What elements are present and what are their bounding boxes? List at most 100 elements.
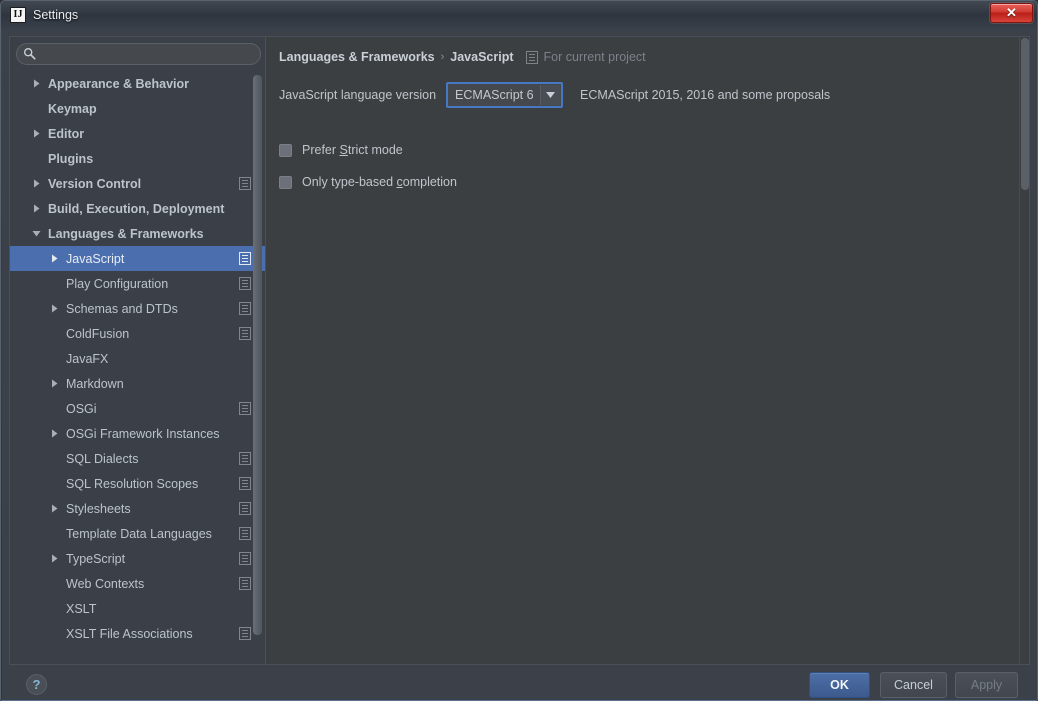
sidebar-item-coldfusion[interactable]: ColdFusion xyxy=(10,321,265,346)
sidebar-item-keymap[interactable]: Keymap xyxy=(10,96,265,121)
sidebar-item-sql-dialects[interactable]: SQL Dialects xyxy=(10,446,265,471)
window-title: Settings xyxy=(33,8,79,22)
sidebar-item-label: Appearance & Behavior xyxy=(48,76,190,91)
language-version-combobox[interactable]: ECMAScript 6 xyxy=(446,82,564,108)
project-scope-icon xyxy=(239,627,251,640)
sidebar-item-stylesheets[interactable]: Stylesheets xyxy=(10,496,265,521)
settings-main-panel: Languages & Frameworks › JavaScript For … xyxy=(266,36,1030,665)
language-version-label: JavaScript language version xyxy=(279,88,437,102)
apply-button[interactable]: Apply xyxy=(955,672,1018,698)
sidebar-item-schemas-and-dtds[interactable]: Schemas and DTDs xyxy=(10,296,265,321)
settings-sidebar: Appearance & Behavior Keymap Editor Plugins… xyxy=(9,36,266,665)
breadcrumb-scope-text: For current project xyxy=(543,50,646,64)
close-button[interactable]: ✕ xyxy=(990,3,1033,23)
chevron-right-icon[interactable] xyxy=(30,128,42,140)
sidebar-item-build-execution-deployment[interactable]: Build, Execution, Deployment xyxy=(10,196,265,221)
sidebar-item-osgi-framework-instances[interactable]: OSGi Framework Instances xyxy=(10,421,265,446)
only-type-based-completion-label: Only type-based completion xyxy=(302,175,457,189)
project-scope-icon xyxy=(239,327,251,340)
sidebar-item-web-contexts[interactable]: Web Contexts xyxy=(10,571,265,596)
sidebar-item-label: TypeScript xyxy=(66,551,126,566)
sidebar-item-template-data-languages[interactable]: Template Data Languages xyxy=(10,521,265,546)
project-scope-icon xyxy=(239,252,251,265)
sidebar-item-label: Build, Execution, Deployment xyxy=(48,201,225,216)
sidebar-item-plugins[interactable]: Plugins xyxy=(10,146,265,171)
prefer-strict-mode-checkbox[interactable] xyxy=(279,143,292,157)
prefer-strict-mode-checkbox-row[interactable]: Prefer Strict mode xyxy=(279,143,403,157)
sidebar-item-languages-frameworks[interactable]: Languages & Frameworks xyxy=(10,221,265,246)
sidebar-item-label: Template Data Languages xyxy=(66,526,212,541)
chevron-right-icon[interactable] xyxy=(48,503,60,515)
chevron-right-icon[interactable] xyxy=(48,303,60,315)
project-scope-icon xyxy=(239,452,251,465)
sidebar-item-version-control[interactable]: Version Control xyxy=(10,171,265,196)
sidebar-item-label: JavaScript xyxy=(66,251,125,266)
dialog-button-bar: ? OK Cancel Apply xyxy=(2,669,1037,700)
sidebar-item-label: Editor xyxy=(48,126,85,141)
label-part-after: ompletion xyxy=(402,175,457,189)
chevron-right-icon[interactable] xyxy=(48,553,60,565)
sidebar-item-javascript[interactable]: JavaScript xyxy=(10,246,265,271)
sidebar-item-label: Schemas and DTDs xyxy=(66,301,178,316)
sidebar-scrollbar[interactable] xyxy=(253,73,262,661)
language-version-value: ECMAScript 6 xyxy=(455,88,534,102)
help-button[interactable]: ? xyxy=(26,674,47,695)
breadcrumb-root[interactable]: Languages & Frameworks xyxy=(279,50,435,64)
label-mnemonic: S xyxy=(339,143,348,157)
search-input[interactable] xyxy=(41,45,251,62)
sidebar-item-label: JavaFX xyxy=(66,351,109,366)
sidebar-item-editor[interactable]: Editor xyxy=(10,121,265,146)
sidebar-item-javafx[interactable]: JavaFX xyxy=(10,346,265,371)
chevron-right-icon[interactable] xyxy=(30,178,42,190)
sidebar-item-label: OSGi xyxy=(66,401,97,416)
sidebar-item-play-configuration[interactable]: Play Configuration xyxy=(10,271,265,296)
breadcrumb-leaf: JavaScript xyxy=(450,50,514,64)
chevron-right-icon[interactable] xyxy=(48,253,60,265)
label-part-before: Only type-based xyxy=(302,175,397,189)
project-scope-icon xyxy=(239,402,251,415)
project-scope-icon xyxy=(525,50,538,64)
sidebar-item-label: Version Control xyxy=(48,176,142,191)
only-type-based-completion-checkbox-row[interactable]: Only type-based completion xyxy=(279,175,457,189)
project-scope-icon xyxy=(239,177,251,190)
main-panel-scrollbar-thumb[interactable] xyxy=(1021,38,1029,190)
combobox-arrow-button[interactable] xyxy=(540,85,561,105)
search-box[interactable] xyxy=(16,43,261,65)
chevron-right-icon[interactable] xyxy=(30,78,42,90)
sidebar-item-xslt[interactable]: XSLT xyxy=(10,596,265,621)
sidebar-item-xslt-file-associations[interactable]: XSLT File Associations xyxy=(10,621,265,646)
language-version-row: JavaScript language version ECMAScript 6… xyxy=(279,82,830,108)
dialog-content: Appearance & Behavior Keymap Editor Plugins… xyxy=(2,29,1037,700)
help-icon: ? xyxy=(32,677,41,692)
sidebar-item-markdown[interactable]: Markdown xyxy=(10,371,265,396)
sidebar-item-appearance-behavior[interactable]: Appearance & Behavior xyxy=(10,71,265,96)
close-icon: ✕ xyxy=(1006,5,1017,20)
settings-dialog-window: Settings ✕ Appearance & Behavior Keymap Ed… xyxy=(0,0,1038,701)
title-bar: Settings ✕ xyxy=(1,1,1037,29)
project-scope-icon xyxy=(239,302,251,315)
sidebar-item-osgi[interactable]: OSGi xyxy=(10,396,265,421)
sidebar-item-label: XSLT File Associations xyxy=(66,626,193,641)
cancel-button[interactable]: Cancel xyxy=(880,672,947,698)
sidebar-scrollbar-thumb[interactable] xyxy=(253,75,262,635)
chevron-right-icon[interactable] xyxy=(48,378,60,390)
sidebar-item-typescript[interactable]: TypeScript xyxy=(10,546,265,571)
project-scope-icon xyxy=(239,277,251,290)
ok-button[interactable]: OK xyxy=(809,672,870,698)
breadcrumb: Languages & Frameworks › JavaScript For … xyxy=(279,50,646,64)
main-panel-scrollbar[interactable] xyxy=(1019,37,1029,664)
chevron-down-icon[interactable] xyxy=(30,228,42,240)
project-scope-icon xyxy=(239,552,251,565)
chevron-right-icon[interactable] xyxy=(48,428,60,440)
only-type-based-completion-checkbox[interactable] xyxy=(279,175,292,189)
chevron-right-icon[interactable] xyxy=(30,203,42,215)
sidebar-item-label: Markdown xyxy=(66,376,124,391)
sidebar-item-label: Plugins xyxy=(48,151,94,166)
sidebar-item-label: ColdFusion xyxy=(66,326,130,341)
breadcrumb-separator: › xyxy=(440,51,445,63)
sidebar-item-label: SQL Dialects xyxy=(66,451,139,466)
sidebar-item-sql-resolution-scopes[interactable]: SQL Resolution Scopes xyxy=(10,471,265,496)
project-scope-icon xyxy=(239,502,251,515)
project-scope-icon xyxy=(239,577,251,590)
sidebar-item-label: Play Configuration xyxy=(66,276,169,291)
